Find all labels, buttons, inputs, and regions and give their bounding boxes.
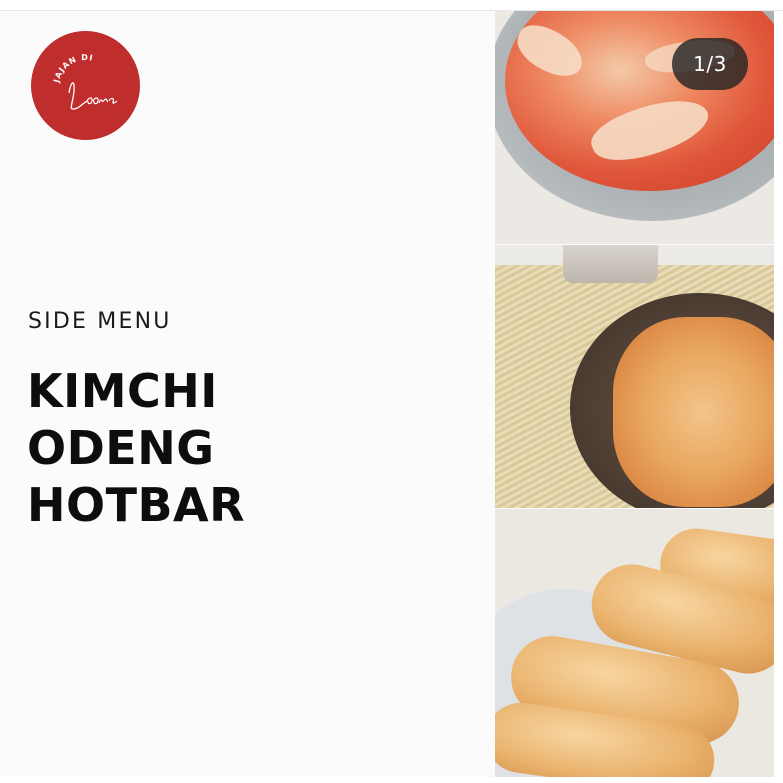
svg-text:JAJAN DI: JAJAN DI [52,53,94,85]
slide-counter-badge: 1/3 [672,38,748,90]
carousel-post-image[interactable]: JAJAN DI SIDE MENU KIMCHI ODENG HOTBAR [0,11,774,777]
hotbar-photo [495,509,774,777]
menu-item-odeng: ODENG [27,421,215,475]
menu-item-kimchi: KIMCHI [27,364,218,418]
brand-logo: JAJAN DI [31,31,140,140]
photo-column [495,11,774,777]
menu-items-title: KIMCHI ODENG HOTBAR [27,363,327,534]
category-label: SIDE MENU [28,309,172,334]
menu-item-hotbar: HOTBAR [27,478,246,532]
logo-lettering: JAJAN DI [52,53,118,110]
odeng-photo [495,245,774,508]
